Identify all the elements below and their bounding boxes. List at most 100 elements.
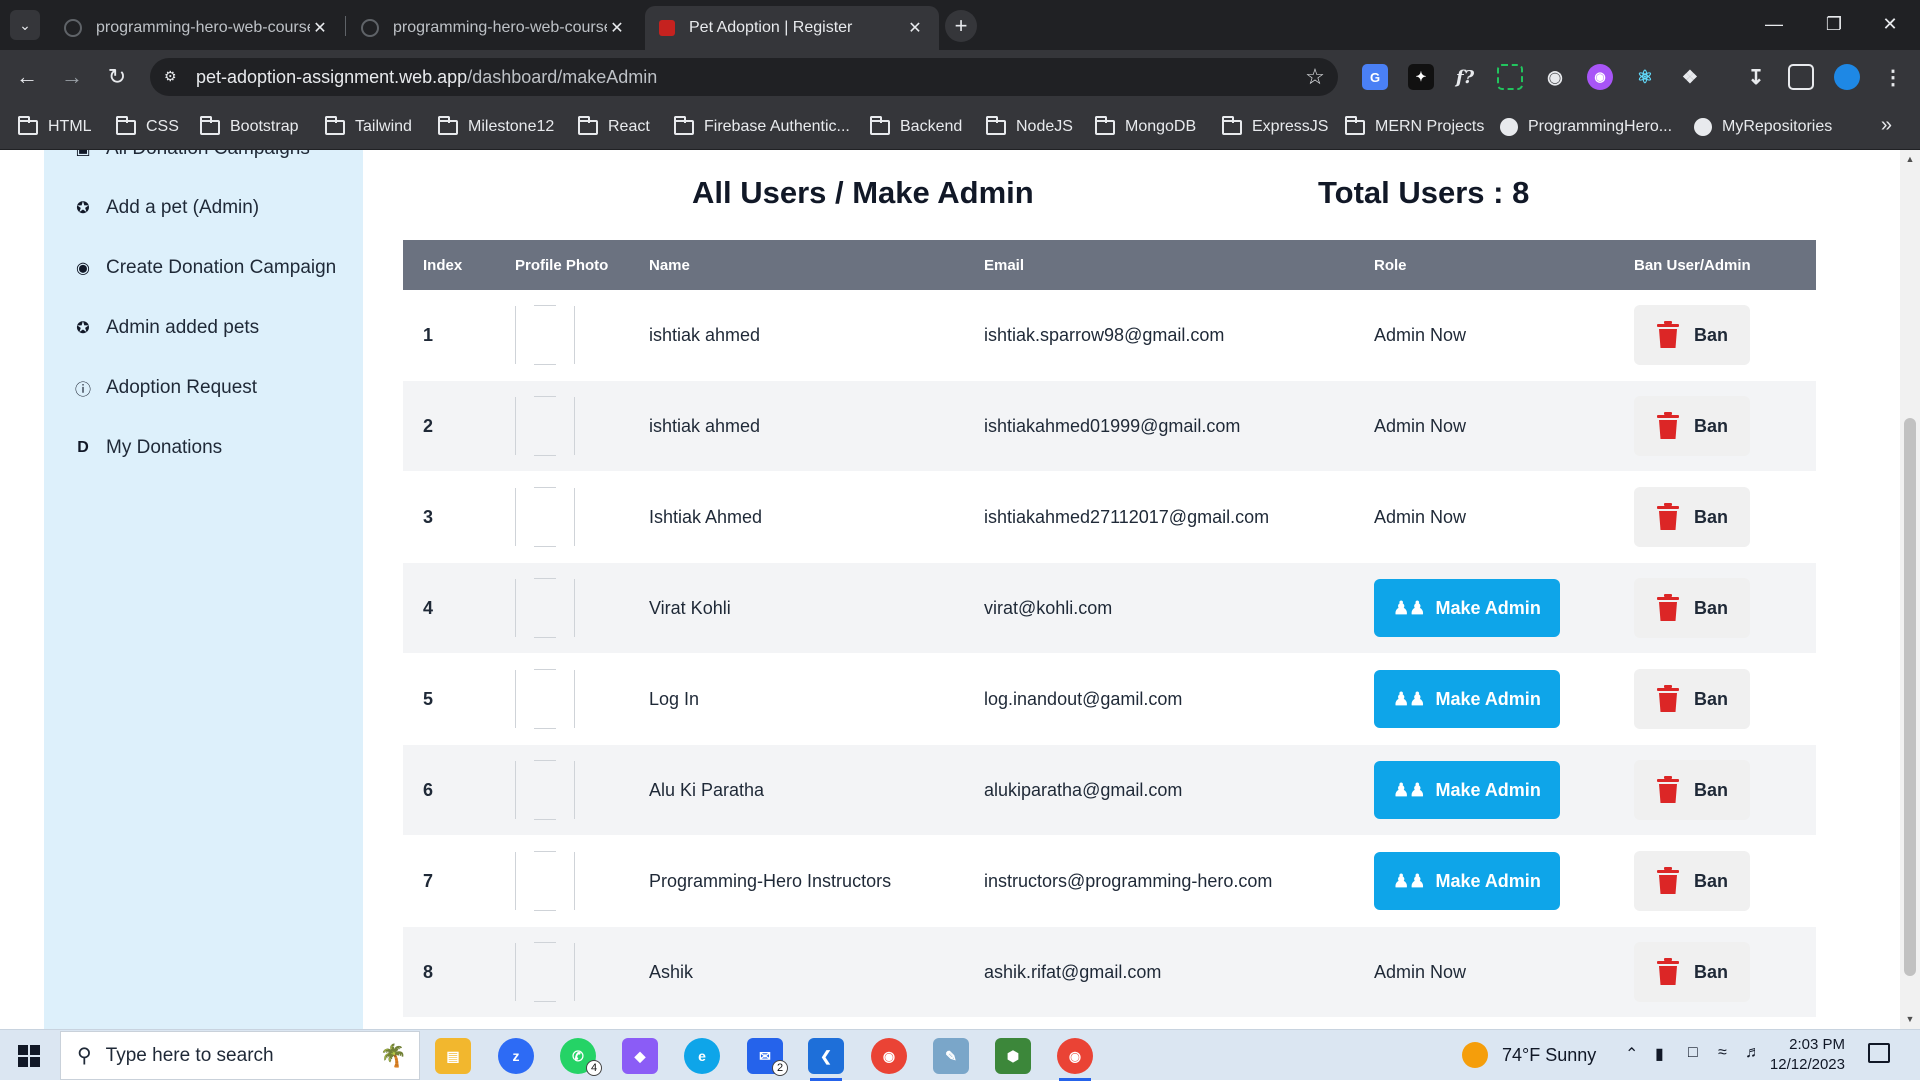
chevron-up-icon[interactable]: ⌃ [1625, 1044, 1638, 1064]
role-cell: ♟♟ Make Admin [1374, 761, 1634, 819]
weather-widget[interactable]: 74°F Sunny [1462, 1040, 1596, 1070]
screenshot-icon[interactable] [1497, 64, 1523, 90]
ban-button[interactable]: Ban [1634, 305, 1750, 365]
folder-icon [18, 115, 38, 135]
camera-icon[interactable]: ◉ [1542, 64, 1568, 90]
make-admin-label: Make Admin [1435, 870, 1541, 891]
bookmark-star-icon[interactable]: ☆ [1300, 64, 1330, 90]
close-window-button[interactable]: ✕ [1868, 8, 1912, 40]
bookmark-tailwind[interactable]: Tailwind [325, 114, 412, 140]
site-info-icon[interactable]: ⚙ [164, 68, 182, 86]
make-admin-button[interactable]: ♟♟ Make Admin [1374, 761, 1560, 819]
bookmark-react[interactable]: React [578, 114, 650, 140]
profile-photo [515, 305, 575, 365]
device-icon[interactable]: □ [1688, 1044, 1698, 1062]
tab-search-button[interactable]: ⌄ [10, 10, 40, 40]
google-translate-icon[interactable]: G [1362, 64, 1388, 90]
bookmark-backend[interactable]: Backend [870, 114, 962, 140]
close-icon[interactable]: ✕ [905, 18, 925, 38]
windows-taskbar: ⚲ Type here to search 🌴 ▤ z ✆ 4 ◆ e ✉ 2 … [0, 1029, 1920, 1081]
extension-icon[interactable]: ✦ [1408, 64, 1434, 90]
sidebar-item-create-donation-campaign[interactable]: ◉ Create Donation Campaign [72, 253, 336, 283]
bookmark-mern-projects[interactable]: MERN Projects [1345, 114, 1484, 140]
new-tab-button[interactable]: + [945, 10, 977, 42]
bookmark-bootstrap[interactable]: Bootstrap [200, 114, 298, 140]
battery-icon[interactable]: ▮ [1655, 1044, 1664, 1064]
bookmark-nodejs[interactable]: NodeJS [986, 114, 1073, 140]
restore-button[interactable]: ❐ [1812, 8, 1856, 40]
bookmark-expressjs[interactable]: ExpressJS [1222, 114, 1328, 140]
users-icon: ♟♟ [1393, 688, 1426, 709]
forward-button[interactable]: → [57, 62, 87, 92]
site-favicon-icon [659, 20, 675, 36]
system-clock[interactable]: 2:03 PM 12/12/2023 [1765, 1035, 1845, 1075]
make-admin-button[interactable]: ♟♟ Make Admin [1374, 670, 1560, 728]
sidebar-item-add-pet[interactable]: ✪ Add a pet (Admin) [72, 193, 259, 223]
scroll-up-icon[interactable]: ▲ [1904, 154, 1916, 164]
bookmarks-overflow-icon[interactable]: » [1881, 114, 1892, 137]
profile-photo [515, 942, 575, 1002]
bookmark-programming-hero[interactable]: ProgrammingHero... [1500, 114, 1672, 140]
notification-icon[interactable] [1868, 1043, 1890, 1063]
profile-avatar-icon[interactable] [1834, 64, 1860, 90]
ban-button[interactable]: Ban [1634, 669, 1750, 729]
chrome-active-icon[interactable]: ◉ [1057, 1038, 1093, 1081]
vscode-icon[interactable]: ❮ [808, 1038, 844, 1081]
tab-2[interactable]: programming-hero-web-course ✕ [347, 6, 641, 50]
wifi-icon[interactable]: ≈ [1718, 1044, 1727, 1062]
folder-icon [438, 115, 458, 135]
reload-button[interactable]: ↻ [102, 62, 132, 92]
make-admin-button[interactable]: ♟♟ Make Admin [1374, 852, 1560, 910]
ban-label: Ban [1693, 870, 1728, 891]
sidebar-item-adoption-request[interactable]: ⓘ Adoption Request [72, 373, 257, 403]
more-menu-icon[interactable]: ⋮ [1880, 64, 1906, 90]
bookmark-my-repositories[interactable]: MyRepositories [1694, 114, 1832, 140]
bookmark-mongodb[interactable]: MongoDB [1095, 114, 1196, 140]
edge-icon[interactable]: e [684, 1038, 720, 1074]
react-devtools-icon[interactable]: ⚛ [1632, 64, 1658, 90]
notepad-icon[interactable]: ✎ [933, 1038, 969, 1074]
sidebar-item-all-donation-campaigns[interactable]: ▣ All Donation Campaigns [72, 150, 309, 164]
page-scrollbar[interactable]: ▲ ▼ [1900, 150, 1920, 1029]
address-bar[interactable]: ⚙ pet-adoption-assignment.web.app/dashbo… [150, 58, 1338, 96]
close-icon[interactable]: ✕ [310, 18, 330, 38]
ban-button[interactable]: Ban [1634, 578, 1750, 638]
user-name: ishtiak ahmed [649, 415, 761, 436]
nodejs-icon[interactable]: ⬢ [995, 1038, 1031, 1074]
bookmark-milestone12[interactable]: Milestone12 [438, 114, 554, 140]
ban-button[interactable]: Ban [1634, 851, 1750, 911]
diamond-app-icon[interactable]: ◆ [622, 1038, 658, 1074]
ban-button[interactable]: Ban [1634, 396, 1750, 456]
extensions-puzzle-icon[interactable]: ❖ [1677, 64, 1703, 90]
scroll-thumb[interactable] [1904, 418, 1916, 976]
ban-button[interactable]: Ban [1634, 487, 1750, 547]
taskbar-search-input[interactable]: ⚲ Type here to search 🌴 [60, 1031, 420, 1080]
scroll-down-icon[interactable]: ▼ [1904, 1014, 1916, 1024]
color-picker-icon[interactable]: ◉ [1587, 64, 1613, 90]
make-admin-button[interactable]: ♟♟ Make Admin [1374, 579, 1560, 637]
minimize-button[interactable]: — [1752, 8, 1796, 40]
question-icon: ⓘ [74, 382, 91, 399]
side-panel-icon[interactable] [1788, 64, 1814, 90]
ban-button[interactable]: Ban [1634, 942, 1750, 1002]
close-icon[interactable]: ✕ [607, 18, 627, 38]
zoom-icon[interactable]: z [498, 1038, 534, 1074]
font-finder-icon[interactable]: f? [1452, 64, 1478, 90]
file-explorer-icon[interactable]: ▤ [435, 1038, 471, 1074]
role-cell: Admin Now [1374, 325, 1634, 346]
windows-start-icon[interactable] [18, 1045, 40, 1067]
download-icon[interactable]: ↧ [1743, 64, 1769, 90]
sidebar-item-admin-added-pets[interactable]: ✪ Admin added pets [72, 313, 259, 343]
bookmark-html[interactable]: HTML [18, 114, 92, 140]
volume-icon[interactable]: ♬ [1745, 1044, 1761, 1062]
tab-1[interactable]: programming-hero-web-course ✕ [50, 6, 344, 50]
tab-3-active[interactable]: Pet Adoption | Register ✕ [645, 6, 939, 50]
bookmark-css[interactable]: CSS [116, 114, 179, 140]
chrome-icon[interactable]: ◉ [871, 1038, 907, 1074]
bookmark-firebase[interactable]: Firebase Authentic... [674, 114, 850, 140]
back-button[interactable]: ← [12, 62, 42, 92]
tab-title: Pet Adoption | Register [689, 19, 853, 36]
ban-button[interactable]: Ban [1634, 760, 1750, 820]
profile-photo-cell [495, 305, 649, 365]
sidebar-item-my-donations[interactable]: D My Donations [72, 433, 222, 463]
